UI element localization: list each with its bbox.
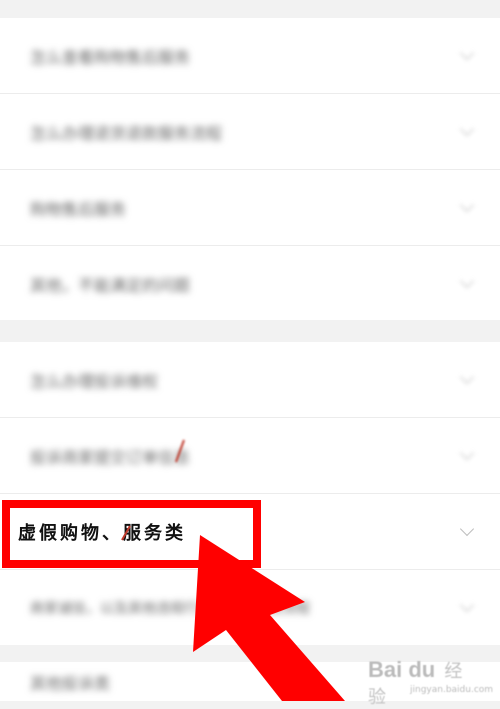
pen-mark <box>121 525 131 541</box>
arrow-shape <box>193 535 345 701</box>
watermark-logo: Bai du <box>368 657 436 682</box>
watermark-url: jingyan.baidu.com <box>410 685 494 695</box>
baidu-watermark: Bai du 经验 jingyan.baidu.com <box>368 657 493 708</box>
pen-mark-2 <box>175 439 185 463</box>
annotation-arrow <box>121 439 345 701</box>
